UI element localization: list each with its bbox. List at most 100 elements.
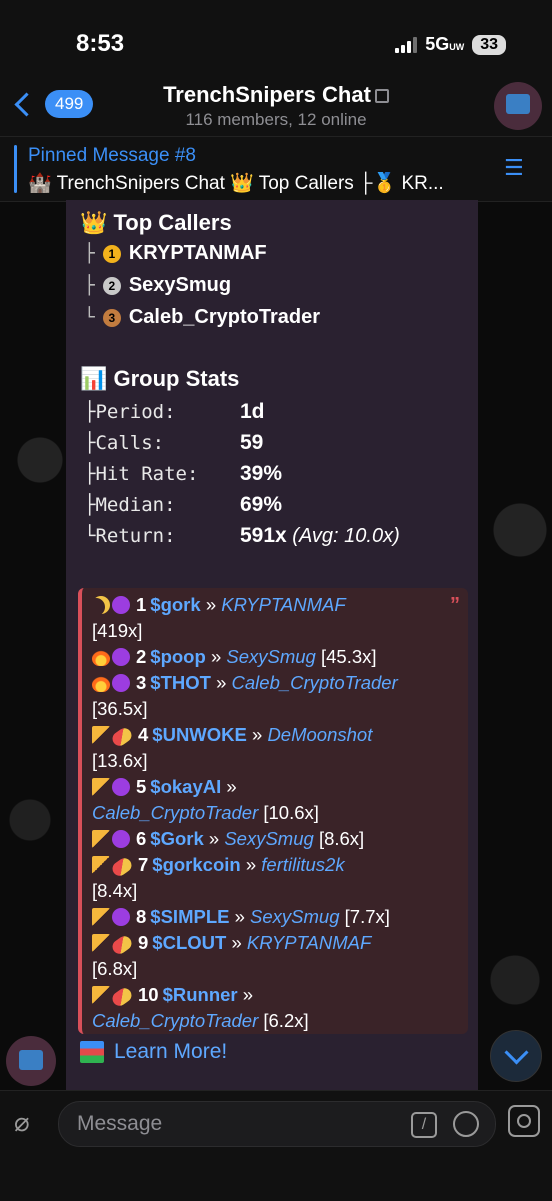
message-bubble: 👑 Top Callers ├ 1 KRYPTANMAF ├ 2 SexySmu…: [66, 200, 478, 1090]
user-link[interactable]: Caleb_CryptoTrader: [92, 1010, 258, 1031]
party-popper-icon: [92, 778, 110, 796]
party-popper-icon: [92, 726, 110, 744]
user-link[interactable]: DeMoonshot: [267, 724, 372, 745]
silver-medal-icon: 2: [102, 276, 121, 295]
ticker-link[interactable]: $gork: [150, 594, 200, 615]
group-avatar[interactable]: [494, 82, 542, 130]
quote-icon: ”: [450, 594, 460, 616]
top-callers-title: 👑 Top Callers: [80, 210, 232, 235]
call-line: 6 $Gork » SexySmug [8.6x]: [92, 828, 364, 850]
purple-circle-icon: [112, 778, 130, 796]
ticker-link[interactable]: $Gork: [150, 828, 203, 849]
composer-bar: ⌀ Message /: [0, 1090, 552, 1201]
group-stats-title: 📊 Group Stats: [80, 366, 240, 391]
call-line: 8 $SIMPLE » SexySmug [7.7x]: [92, 906, 390, 928]
caller-row: └ 3 Caleb_CryptoTrader: [84, 306, 321, 328]
call-line: [13.6x]: [92, 750, 148, 771]
call-line: [36.5x]: [92, 698, 148, 719]
pinned-preview: 🏰 TrenchSnipers Chat 👑 Top Callers ├🥇 KR…: [28, 173, 444, 194]
purple-circle-icon: [112, 908, 130, 926]
purple-circle-icon: [112, 830, 130, 848]
learn-more-link[interactable]: Learn More!: [114, 1040, 227, 1064]
stat-row: ├Calls: 59: [84, 431, 264, 454]
ticker-link[interactable]: $THOT: [150, 672, 211, 693]
ticker-link[interactable]: $Runner: [163, 984, 238, 1005]
status-indicators: 5GUW 33: [395, 34, 506, 55]
pill-icon: [109, 933, 135, 957]
stat-row: └Return: 591x (Avg: 10.0x): [84, 524, 400, 547]
call-line: Caleb_CryptoTrader [6.2x]: [92, 1010, 309, 1031]
stat-row: ├Hit Rate: 39%: [84, 462, 283, 485]
pinned-message-bar[interactable]: Pinned Message #8 🏰 TrenchSnipers Chat 👑…: [0, 136, 552, 202]
chat-title[interactable]: TrenchSnipers Chat: [0, 82, 552, 108]
pill-icon: [109, 725, 135, 749]
books-icon: [80, 1041, 104, 1063]
ticker-link[interactable]: $CLOUT: [152, 932, 226, 953]
user-link[interactable]: fertilitus2k: [261, 854, 344, 875]
party-popper-icon: [92, 908, 110, 926]
caller-row: ├ 1 KRYPTANMAF: [84, 242, 267, 264]
battery-icon: 33: [472, 34, 506, 55]
signal-icon: [395, 36, 418, 53]
pill-icon: [109, 985, 135, 1009]
call-line: Caleb_CryptoTrader [10.6x]: [92, 802, 319, 823]
ticker-link[interactable]: $SIMPLE: [150, 906, 229, 927]
call-line: 7 $gorkcoin » fertilitus2k: [92, 854, 345, 879]
network-label: 5GUW: [425, 34, 465, 54]
moon-icon: [92, 596, 110, 614]
pinned-title: Pinned Message #8: [28, 145, 196, 166]
bronze-medal-icon: 3: [102, 308, 121, 327]
party-popper-icon: [92, 934, 110, 952]
gold-medal-icon: 1: [102, 244, 121, 263]
camera-icon[interactable]: [508, 1105, 540, 1137]
call-line: 9 $CLOUT » KRYPTANMAF: [92, 932, 371, 957]
purple-circle-icon: [112, 674, 130, 692]
stat-row: ├Period: 1d: [84, 400, 265, 423]
paperclip-icon[interactable]: ⌀: [14, 1107, 44, 1137]
pill-icon: [109, 855, 135, 879]
purple-circle-icon: [112, 596, 130, 614]
sender-avatar[interactable]: [6, 1036, 56, 1086]
call-line: [6.8x]: [92, 958, 138, 979]
call-line: 2 $poop » SexySmug [45.3x]: [92, 646, 377, 668]
user-link[interactable]: SexySmug: [226, 646, 315, 667]
call-line: [8.4x]: [92, 880, 138, 901]
user-link[interactable]: SexySmug: [224, 828, 313, 849]
fire-icon: [92, 648, 110, 666]
ticker-link[interactable]: $okayAI: [150, 776, 221, 797]
user-link[interactable]: KRYPTANMAF: [247, 932, 371, 953]
sticker-icon[interactable]: [453, 1111, 479, 1137]
message-input[interactable]: Message /: [58, 1101, 496, 1147]
mute-icon: [374, 89, 389, 104]
user-link[interactable]: Caleb_CryptoTrader: [92, 802, 258, 823]
call-line: 5 $okayAI »: [92, 776, 237, 798]
call-line: 1 $gork » KRYPTANMAF: [92, 594, 346, 616]
party-popper-icon: [92, 856, 110, 874]
pinned-indicator: [14, 145, 17, 193]
avatar-image: [506, 94, 530, 114]
learn-more-row: Learn More!: [80, 1040, 227, 1064]
calls-blockquote: ” 1 $gork » KRYPTANMAF [419x] 2 $poop » Se…: [78, 588, 468, 1034]
call-line: 4 $UNWOKE » DeMoonshot: [92, 724, 372, 749]
user-link[interactable]: KRYPTANMAF: [221, 594, 345, 615]
call-line: [419x]: [92, 620, 143, 641]
fire-icon: [92, 674, 110, 692]
ticker-link[interactable]: $UNWOKE: [152, 724, 247, 745]
avatar-image: [19, 1050, 43, 1070]
party-popper-icon: [92, 830, 110, 848]
scroll-down-button[interactable]: [490, 1030, 542, 1082]
ticker-link[interactable]: $gorkcoin: [152, 854, 240, 875]
party-popper-icon: [92, 986, 110, 1004]
user-link[interactable]: SexySmug: [250, 906, 339, 927]
ticker-link[interactable]: $poop: [150, 646, 206, 667]
bot-command-icon[interactable]: /: [411, 1112, 437, 1138]
status-bar: 8:53 5GUW 33: [0, 0, 552, 80]
pin-list-icon[interactable]: ☰: [504, 155, 530, 181]
clock: 8:53: [76, 30, 125, 57]
caller-row: ├ 2 SexySmug: [84, 274, 232, 296]
stat-row: ├Median: 69%: [84, 493, 283, 516]
message-placeholder: Message: [77, 1112, 163, 1135]
call-line: 10 $Runner »: [92, 984, 253, 1009]
user-link[interactable]: Caleb_CryptoTrader: [232, 672, 398, 693]
chat-header: 499 TrenchSnipers Chat 116 members, 12 o…: [0, 80, 552, 136]
